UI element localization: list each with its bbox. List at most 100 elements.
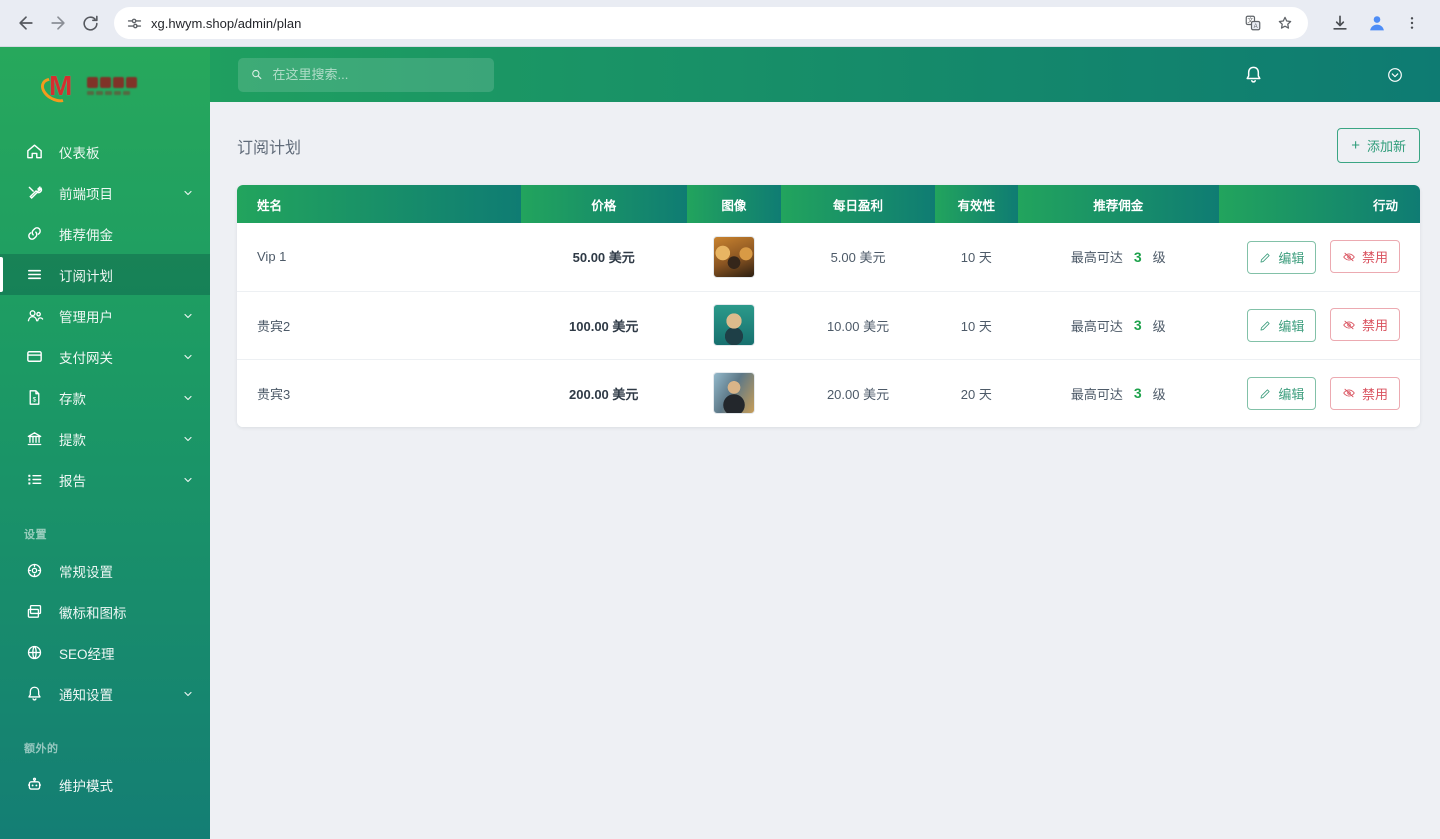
sidebar-item-label: 徽标和图标 bbox=[59, 602, 127, 622]
plan-referral: 最高可达3级 bbox=[1018, 223, 1219, 291]
plus-icon: + bbox=[1351, 138, 1360, 153]
referral-suffix: 级 bbox=[1153, 247, 1166, 266]
sidebar-item-label: 报告 bbox=[59, 470, 86, 490]
plan-daily-profit: 5.00 美元 bbox=[781, 223, 935, 291]
eye-off-icon bbox=[1342, 386, 1356, 400]
edit-button[interactable]: 编辑 bbox=[1247, 241, 1316, 274]
plan-daily-profit: 20.00 美元 bbox=[781, 359, 935, 427]
referral-prefix: 最高可达 bbox=[1071, 316, 1123, 335]
sidebar-item-dashboard[interactable]: 仪表板 bbox=[0, 131, 210, 172]
sidebar-item-label: SEO经理 bbox=[59, 643, 115, 663]
brand-logo-text bbox=[87, 77, 137, 95]
browser-menu-icon[interactable] bbox=[1404, 15, 1420, 31]
sidebar-item-deposits[interactable]: $ 存款 bbox=[0, 377, 210, 418]
report-list-icon bbox=[24, 470, 44, 490]
sidebar-item-label: 支付网关 bbox=[59, 347, 113, 367]
home-icon bbox=[24, 142, 44, 162]
search-box[interactable] bbox=[238, 58, 494, 92]
referral-prefix: 最高可达 bbox=[1071, 384, 1123, 403]
plan-name: 贵宾3 bbox=[237, 359, 521, 427]
sidebar-item-referral-commission[interactable]: 推荐佣金 bbox=[0, 213, 210, 254]
referral-level: 3 bbox=[1134, 317, 1142, 333]
chevron-down-icon bbox=[182, 688, 194, 700]
sidebar-item-subscription-plan[interactable]: 订阅计划 bbox=[0, 254, 210, 295]
sidebar-item-label: 前端项目 bbox=[59, 183, 113, 203]
profile-avatar-icon[interactable] bbox=[1366, 12, 1388, 34]
bookmark-star-icon[interactable] bbox=[1276, 14, 1294, 32]
pencil-icon bbox=[1259, 387, 1272, 400]
chevron-down-icon bbox=[182, 433, 194, 445]
sidebar-item-frontend[interactable]: 前端项目 bbox=[0, 172, 210, 213]
plan-image bbox=[713, 236, 755, 278]
sidebar-item-reports[interactable]: 报告 bbox=[0, 459, 210, 500]
translate-icon[interactable]: 文A bbox=[1244, 14, 1262, 32]
sidebar-item-logo-icons[interactable]: 徽标和图标 bbox=[0, 591, 210, 632]
disable-button[interactable]: 禁用 bbox=[1330, 308, 1400, 341]
disable-label: 禁用 bbox=[1362, 247, 1388, 266]
svg-text:$: $ bbox=[32, 396, 36, 403]
notifications-bell-icon[interactable] bbox=[1243, 64, 1264, 85]
plan-referral: 最高可达3级 bbox=[1018, 359, 1219, 427]
disable-label: 禁用 bbox=[1362, 315, 1388, 334]
brand-logo[interactable]: M bbox=[0, 47, 210, 113]
profile-menu-icon[interactable] bbox=[1386, 66, 1404, 84]
download-icon[interactable] bbox=[1330, 13, 1350, 33]
url-bar[interactable]: xg.hwym.shop/admin/plan 文A bbox=[114, 7, 1308, 39]
sidebar-item-seo-manager[interactable]: SEO经理 bbox=[0, 632, 210, 673]
file-dollar-icon: $ bbox=[24, 388, 44, 408]
disable-button[interactable]: 禁用 bbox=[1330, 240, 1400, 273]
sidebar-item-label: 常规设置 bbox=[59, 561, 113, 581]
edit-label: 编辑 bbox=[1278, 384, 1304, 403]
search-input[interactable] bbox=[273, 67, 482, 82]
site-settings-icon[interactable] bbox=[126, 15, 143, 32]
sidebar-item-label: 管理用户 bbox=[59, 306, 113, 326]
tools-icon bbox=[24, 183, 44, 203]
edit-button[interactable]: 编辑 bbox=[1247, 309, 1316, 342]
reload-button[interactable] bbox=[74, 7, 106, 39]
column-header-name: 姓名 bbox=[237, 185, 521, 223]
referral-prefix: 最高可达 bbox=[1071, 247, 1123, 266]
forward-button[interactable] bbox=[42, 7, 74, 39]
sidebar-item-manage-users[interactable]: 管理用户 bbox=[0, 295, 210, 336]
users-icon bbox=[24, 306, 44, 326]
plan-price: 100.00 美元 bbox=[521, 291, 687, 359]
pencil-icon bbox=[1259, 319, 1272, 332]
reload-icon bbox=[81, 14, 100, 33]
sidebar-item-general-settings[interactable]: 常规设置 bbox=[0, 550, 210, 591]
plan-validity: 10 天 bbox=[935, 223, 1018, 291]
table-header-row: 姓名 价格 图像 每日盈利 有效性 推荐佣金 行动 bbox=[237, 185, 1420, 223]
disable-button[interactable]: 禁用 bbox=[1330, 377, 1400, 410]
search-icon bbox=[250, 67, 264, 82]
sidebar-nav: 仪表板 前端项目 推荐佣金 订阅计划 管理用户 支付网 bbox=[0, 113, 210, 805]
sidebar-item-payment-gateway[interactable]: 支付网关 bbox=[0, 336, 210, 377]
back-button[interactable] bbox=[10, 7, 42, 39]
sidebar-item-withdrawals[interactable]: 提款 bbox=[0, 418, 210, 459]
plan-image bbox=[713, 304, 755, 346]
forward-icon bbox=[48, 13, 68, 33]
sidebar-section-extra: 额外的 bbox=[0, 714, 210, 764]
plan-daily-profit: 10.00 美元 bbox=[781, 291, 935, 359]
edit-label: 编辑 bbox=[1278, 316, 1304, 335]
plan-price: 200.00 美元 bbox=[521, 359, 687, 427]
image-icon bbox=[24, 602, 44, 622]
column-header-referral: 推荐佣金 bbox=[1018, 185, 1219, 223]
column-header-action: 行动 bbox=[1219, 185, 1420, 223]
sidebar: M 仪表板 前端项目 推荐佣金 订阅计划 bbox=[0, 47, 210, 839]
plans-table: 姓名 价格 图像 每日盈利 有效性 推荐佣金 行动 Vip 1 50.00 美元 bbox=[237, 185, 1420, 427]
chevron-down-icon bbox=[182, 187, 194, 199]
edit-button[interactable]: 编辑 bbox=[1247, 377, 1316, 410]
page-title: 订阅计划 bbox=[237, 134, 301, 158]
sidebar-item-notification-settings[interactable]: 通知设置 bbox=[0, 673, 210, 714]
chevron-down-icon bbox=[182, 351, 194, 363]
plans-table-card: 姓名 价格 图像 每日盈利 有效性 推荐佣金 行动 Vip 1 50.00 美元 bbox=[237, 185, 1420, 427]
sidebar-item-label: 订阅计划 bbox=[59, 265, 113, 285]
sidebar-item-label: 通知设置 bbox=[59, 684, 113, 704]
sidebar-item-maintenance-mode[interactable]: 维护模式 bbox=[0, 764, 210, 805]
pencil-icon bbox=[1259, 251, 1272, 264]
sidebar-item-label: 仪表板 bbox=[59, 142, 100, 162]
add-new-button[interactable]: + 添加新 bbox=[1337, 128, 1420, 163]
table-row: 贵宾3 200.00 美元 20.00 美元 20 天 最高可达3级 bbox=[237, 359, 1420, 427]
table-row: 贵宾2 100.00 美元 10.00 美元 10 天 最高可达3级 bbox=[237, 291, 1420, 359]
chevron-down-icon bbox=[182, 310, 194, 322]
sidebar-item-label: 存款 bbox=[59, 388, 86, 408]
